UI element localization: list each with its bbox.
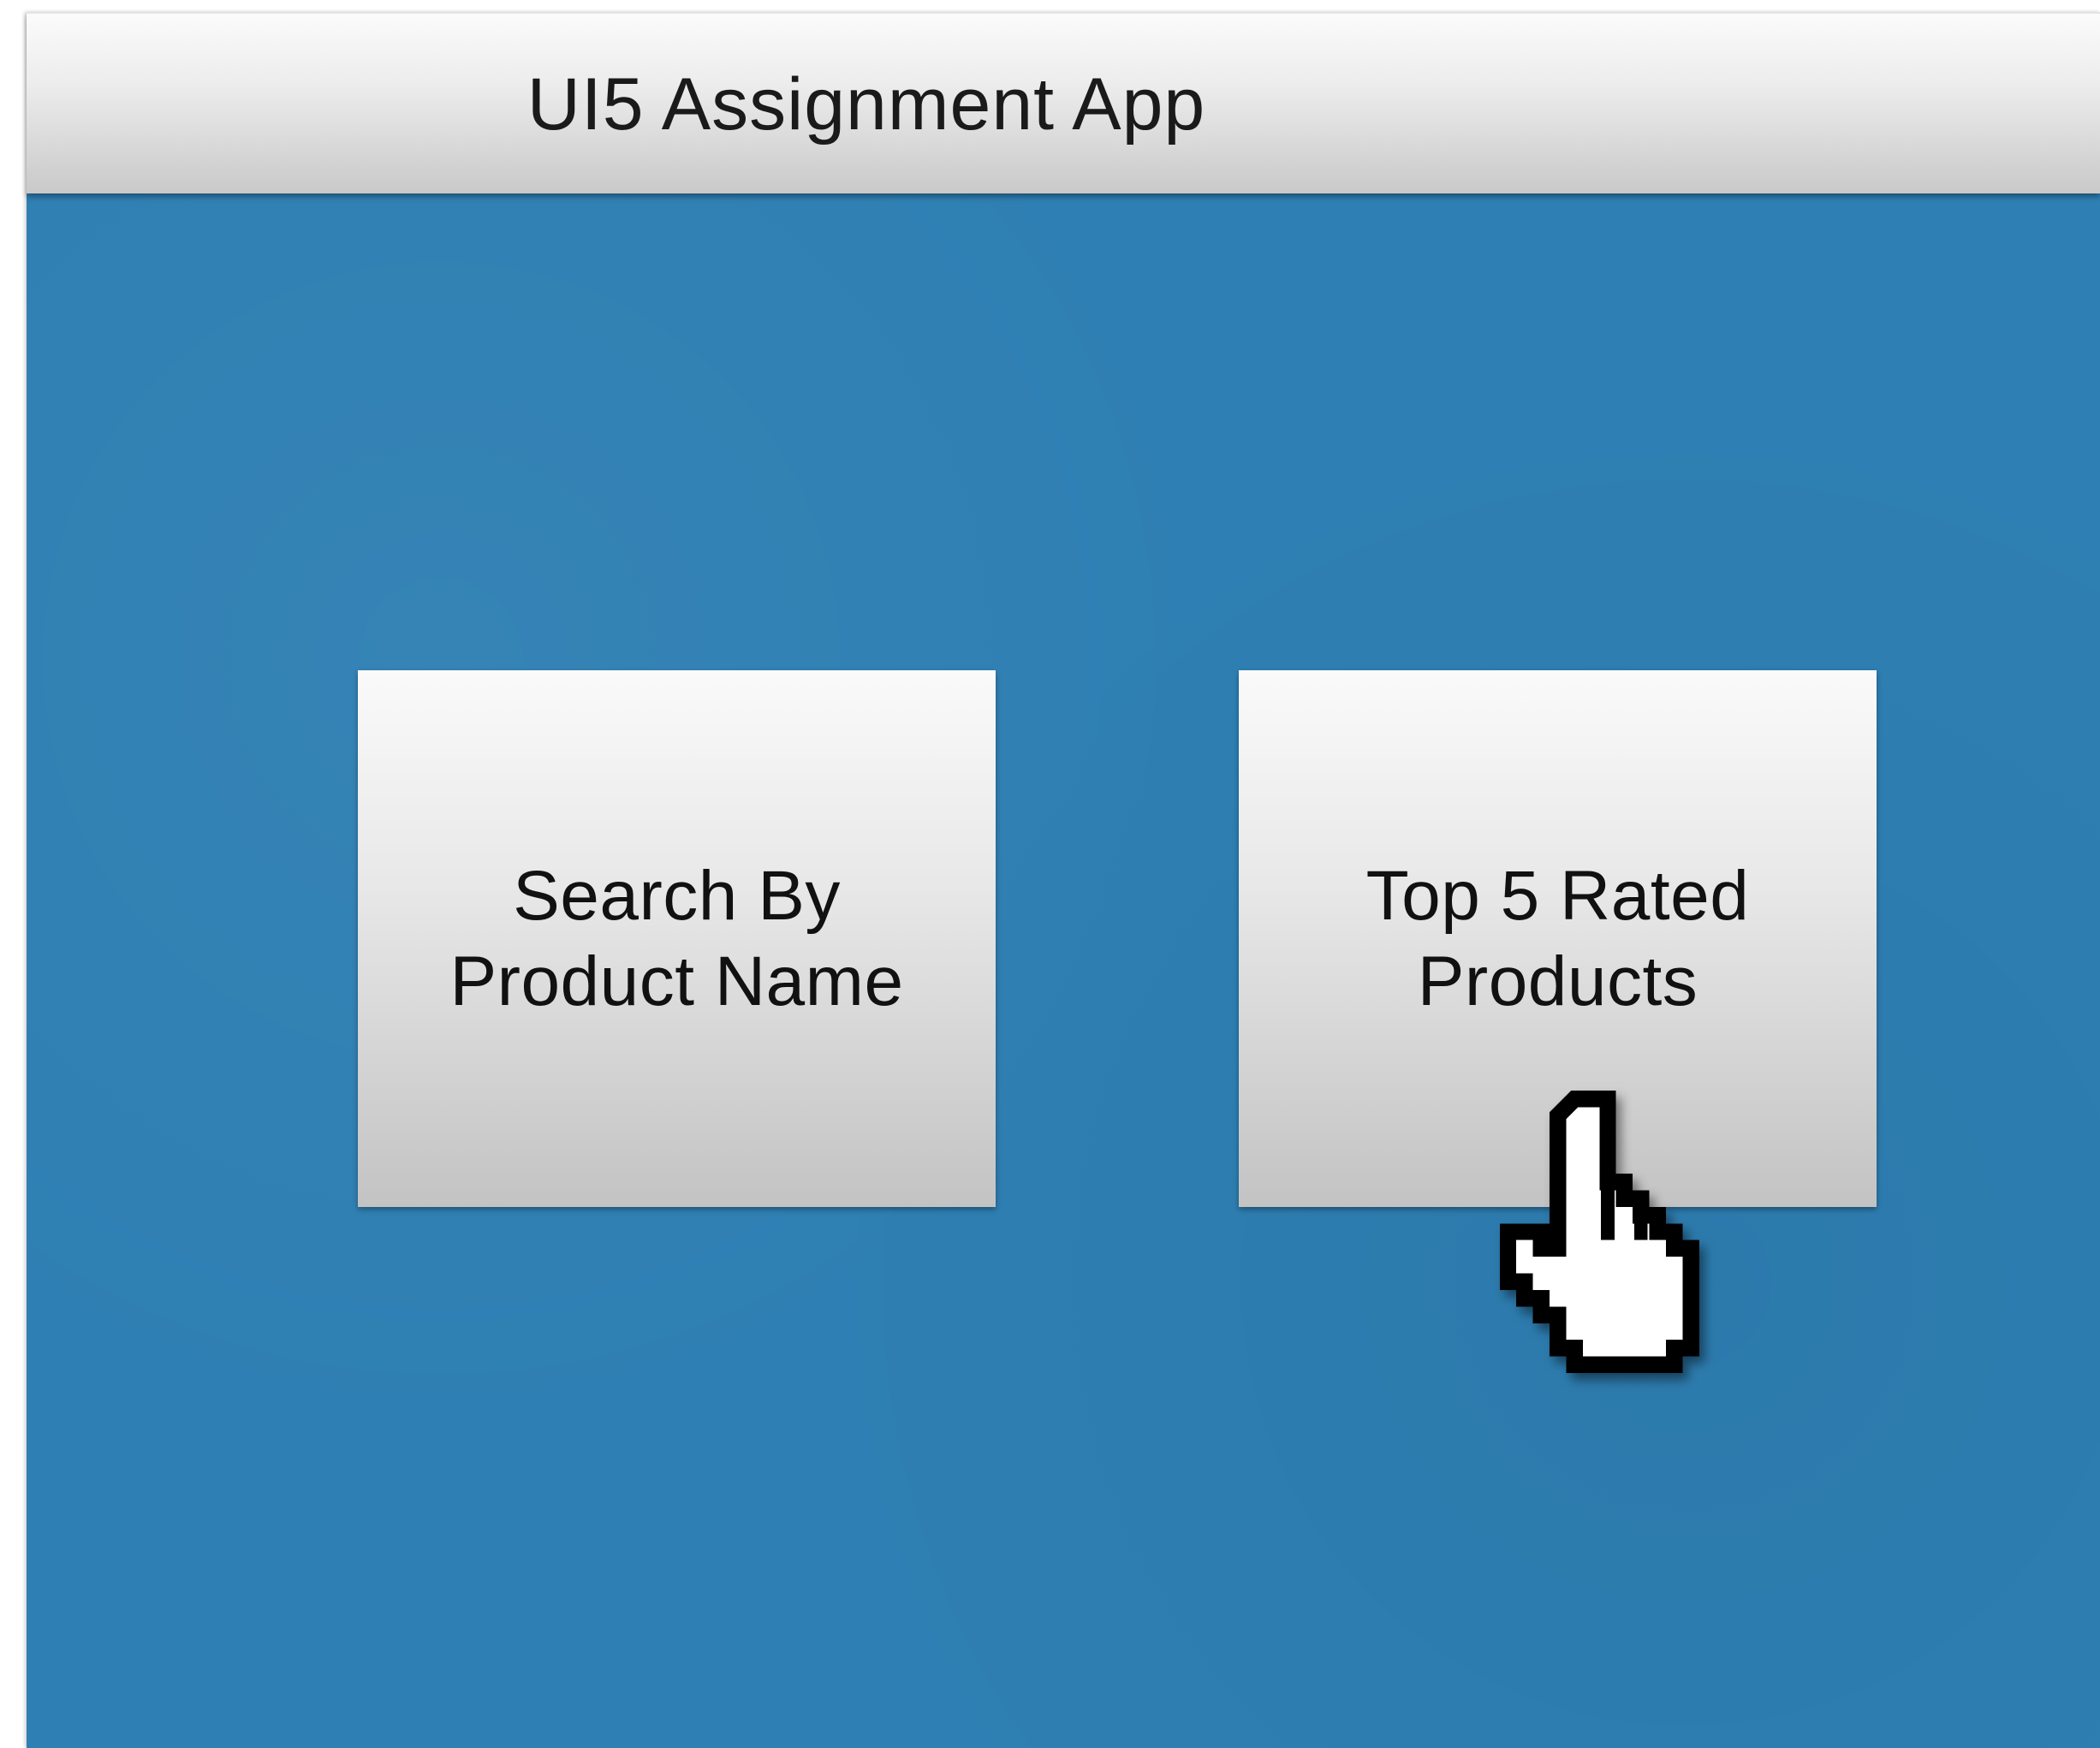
app-window: UI5 Assignment App Search By Product Nam…: [27, 12, 2100, 1748]
app-title: UI5 Assignment App: [526, 63, 1206, 146]
tile-label: Search By Product Name: [449, 856, 904, 1020]
title-bar: UI5 Assignment App: [27, 12, 2100, 193]
search-by-product-name-tile[interactable]: Search By Product Name: [358, 670, 996, 1207]
tile-label: Top 5 Rated Products: [1365, 856, 1750, 1020]
tile-container: Search By Product Name Top 5 Rated Produ…: [27, 193, 2100, 1748]
pointing-hand-cursor-icon: [1499, 1091, 1699, 1373]
